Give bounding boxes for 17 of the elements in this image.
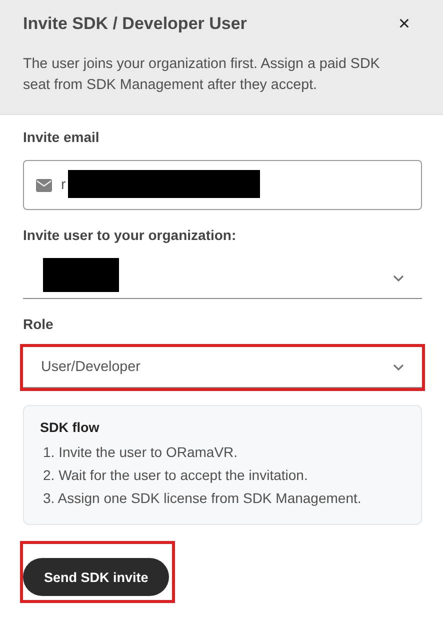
- field-label: Role: [23, 316, 54, 332]
- field-label: Invite email: [23, 129, 100, 145]
- close-button[interactable]: ×: [394, 12, 420, 36]
- field-label: Invite user to your organization:: [23, 227, 238, 243]
- mail-icon: [36, 178, 52, 192]
- select-field[interactable]: [23, 258, 422, 299]
- email-field[interactable]: r: [23, 160, 422, 210]
- chevron-down-icon: [393, 274, 404, 282]
- flow-title: SDK flow: [40, 420, 100, 435]
- send-invite-button[interactable]: Send SDK invite: [23, 558, 170, 596]
- dialog-description: The user joins your organization first. Assign a paid SDK seat from SDK Management after they accept.: [23, 55, 381, 95]
- select-field[interactable]: User/Developer: [23, 347, 422, 388]
- dialog-title: Invite SDK / Developer User: [23, 14, 247, 34]
- flow-step: 2. Wait for the user to accept the invitation.: [43, 464, 405, 487]
- flow-step: 3. Assign one SDK license from SDK Management.: [43, 487, 405, 510]
- flow-step: 1. Invite the user to ORamaVR.: [43, 441, 405, 464]
- chevron-down-icon: [393, 364, 404, 370]
